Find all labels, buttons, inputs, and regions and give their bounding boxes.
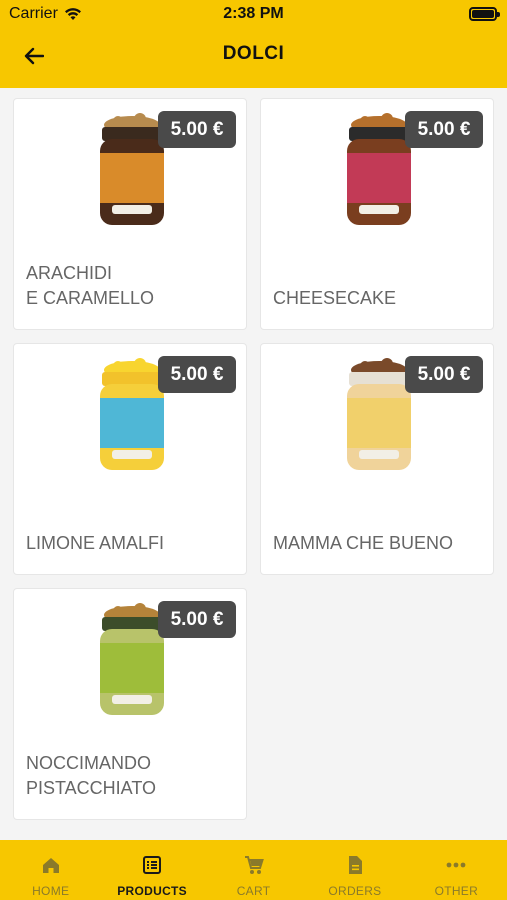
navigation-bar: DOLCI — [0, 30, 507, 82]
tab-home[interactable]: HOME — [0, 840, 101, 900]
status-time: 2:38 PM — [223, 5, 284, 22]
product-name: MAMMA CHE BUENO — [273, 533, 454, 553]
tab-label: OTHER — [434, 884, 479, 898]
more-icon — [446, 862, 466, 868]
list-icon — [143, 856, 162, 874]
product-card[interactable]: 5.00 € NOCCIMANDO PISTACCHIATO — [13, 588, 247, 820]
tab-other[interactable]: OTHER — [406, 840, 507, 900]
price-tag: 5.00 € — [405, 356, 483, 393]
price-tag: 5.00 € — [405, 111, 483, 148]
price-tag: 5.00 € — [158, 601, 236, 638]
page-title: DOLCI — [222, 43, 285, 64]
home-icon — [42, 858, 59, 873]
status-bar: Carrier 2:38 PM — [0, 0, 507, 28]
tab-orders[interactable]: ORDERS — [304, 840, 405, 900]
product-card[interactable]: 5.00 € ARACHIDI E CARAMELLO — [13, 98, 247, 330]
product-card[interactable]: 5.00 € CHEESECAKE — [260, 98, 494, 330]
product-name: NOCCIMANDO PISTACCHIATO — [26, 753, 157, 798]
tab-cart[interactable]: CART — [203, 840, 304, 900]
product-name: CHEESECAKE — [273, 288, 397, 308]
tab-label: HOME — [32, 884, 70, 898]
battery-icon — [469, 7, 500, 21]
tab-label: PRODUCTS — [117, 884, 187, 898]
product-card[interactable]: 5.00 € MAMMA CHE BUENO — [260, 343, 494, 575]
product-name: ARACHIDI E CARAMELLO — [26, 263, 155, 308]
product-name: LIMONE AMALFI — [26, 533, 165, 553]
tab-label: CART — [236, 884, 271, 898]
tab-products[interactable]: PRODUCTS — [101, 840, 202, 900]
price-tag: 5.00 € — [158, 356, 236, 393]
product-card[interactable]: 5.00 € LIMONE AMALFI — [13, 343, 247, 575]
app-header: Carrier 2:38 PM DOLCI — [0, 0, 507, 88]
price-tag: 5.00 € — [158, 111, 236, 148]
tab-label: ORDERS — [328, 884, 382, 898]
tab-bar: HOME PRODUCTS CART ORDERS OTHER — [0, 840, 507, 900]
document-icon — [348, 856, 362, 874]
cart-icon — [244, 856, 264, 874]
